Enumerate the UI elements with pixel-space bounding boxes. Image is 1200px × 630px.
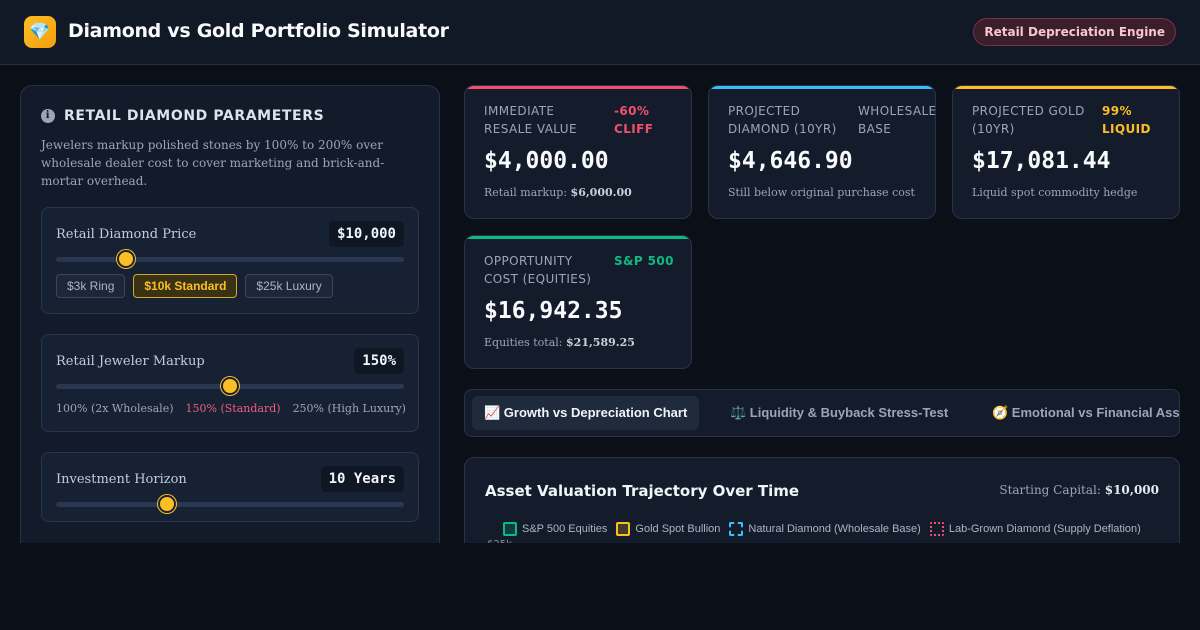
gem-icon: 💎	[24, 16, 56, 48]
card-subtext: Retail markup: $6,000.00	[484, 186, 632, 199]
chart-legend: S&P 500 Equities Gold Spot Bullion Natur…	[503, 522, 1141, 536]
app-title: Diamond vs Gold Portfolio Simulator	[68, 20, 449, 42]
markup-control: Retail Jeweler Markup 150% 100% (2x Whol…	[41, 334, 419, 432]
legend-item[interactable]: Natural Diamond (Wholesale Base)	[729, 522, 921, 536]
markup-value: 150%	[354, 348, 404, 374]
markup-slider-thumb[interactable]	[221, 377, 239, 395]
view-tabs: 📈 Growth vs Depreciation Chart ⚖️ Liquid…	[464, 389, 1180, 437]
price-label: Retail Diamond Price	[56, 227, 197, 242]
panel-title-text: RETAIL DIAMOND PARAMETERS	[64, 108, 325, 124]
price-slider-thumb[interactable]	[116, 250, 135, 268]
tab-liquidity-stress-test[interactable]: ⚖️ Liquidity & Buyback Stress-Test	[718, 396, 960, 430]
card-label: PROJECTED DIAMOND (10YR)	[728, 104, 837, 136]
horizon-value: 10 Years	[320, 466, 404, 492]
markup-scale: 100% (2x Wholesale) 150% (Standard) 250%…	[56, 402, 406, 415]
card-accent-bar	[709, 86, 935, 89]
markup-label: Retail Jeweler Markup	[56, 354, 205, 369]
card-subtext: Still below original purchase cost	[728, 186, 915, 199]
markup-slider[interactable]	[56, 377, 404, 395]
card-label: PROJECTED GOLD (10YR)	[972, 104, 1085, 136]
tab-growth-chart[interactable]: 📈 Growth vs Depreciation Chart	[472, 396, 700, 430]
card-tag: -60% CLIFF	[614, 104, 654, 136]
card-subtext: Liquid spot commodity hedge	[972, 186, 1138, 199]
horizon-slider[interactable]	[56, 495, 404, 513]
legend-swatch	[616, 522, 631, 536]
horizon-slider-thumb[interactable]	[158, 495, 177, 513]
card-accent-bar	[465, 236, 691, 239]
markup-scale-mid: 150% (Standard)	[185, 402, 281, 415]
opportunity-cost-card: OPPORTUNITY COST (EQUITIES) S&P 500 $16,…	[464, 235, 692, 369]
tab-emotional-assessment[interactable]: 🧭 Emotional vs Financial Assessment	[980, 396, 1179, 430]
chart-title: Asset Valuation Trajectory Over Time	[485, 482, 800, 500]
card-accent-bar	[953, 86, 1179, 89]
horizon-control: Investment Horizon 10 Years	[41, 452, 419, 522]
legend-swatch	[729, 522, 744, 536]
card-tag: WHOLESALE BASE	[858, 104, 936, 136]
price-slider[interactable]	[56, 250, 404, 268]
legend-swatch	[503, 522, 517, 536]
price-control: Retail Diamond Price $10,000 $3k Ring $1…	[41, 207, 419, 314]
starting-capital: Starting Capital: $10,000	[999, 483, 1159, 497]
engine-badge: Retail Depreciation Engine	[973, 18, 1176, 46]
card-tag: S&P 500	[614, 254, 674, 268]
card-subtext: Equities total: $21,589.25	[484, 336, 635, 349]
projected-gold-card: PROJECTED GOLD (10YR) 99% LIQUID $17,081…	[952, 85, 1180, 219]
card-value: $16,942.35	[484, 298, 623, 324]
projected-diamond-card: PROJECTED DIAMOND (10YR) WHOLESALE BASE …	[708, 85, 936, 219]
legend-item[interactable]: Gold Spot Bullion	[616, 522, 720, 536]
price-presets: $3k Ring $10k Standard $25k Luxury	[56, 274, 333, 298]
info-icon: i	[41, 109, 55, 123]
card-value: $4,646.90	[728, 148, 853, 174]
page-background	[0, 543, 1200, 630]
markup-scale-min: 100% (2x Wholesale)	[56, 402, 174, 415]
legend-item[interactable]: S&P 500 Equities	[503, 522, 607, 536]
markup-scale-max: 250% (High Luxury)	[292, 402, 406, 415]
price-value: $10,000	[328, 221, 404, 247]
card-accent-bar	[465, 86, 691, 89]
panel-description: Jewelers markup polished stones by 100% …	[41, 138, 385, 188]
app-header: 💎 Diamond vs Gold Portfolio Simulator Re…	[0, 0, 1200, 65]
preset-10k-button[interactable]: $10k Standard	[133, 274, 238, 298]
legend-item[interactable]: Lab-Grown Diamond (Supply Deflation)	[929, 522, 1141, 536]
card-label: IMMEDIATE RESALE VALUE	[484, 104, 577, 136]
panel-title: i RETAIL DIAMOND PARAMETERS	[41, 108, 324, 124]
card-tag: 99% LIQUID	[1102, 104, 1151, 136]
preset-3k-button[interactable]: $3k Ring	[56, 274, 126, 298]
card-value: $4,000.00	[484, 148, 609, 174]
card-value: $17,081.44	[972, 148, 1111, 174]
card-label: OPPORTUNITY COST (EQUITIES)	[484, 254, 592, 286]
horizon-label: Investment Horizon	[56, 472, 187, 487]
resale-value-card: IMMEDIATE RESALE VALUE -60% CLIFF $4,000…	[464, 85, 692, 219]
parameters-panel: i RETAIL DIAMOND PARAMETERS Jewelers mar…	[20, 85, 440, 555]
legend-swatch	[929, 522, 944, 536]
preset-25k-button[interactable]: $25k Luxury	[245, 274, 333, 298]
